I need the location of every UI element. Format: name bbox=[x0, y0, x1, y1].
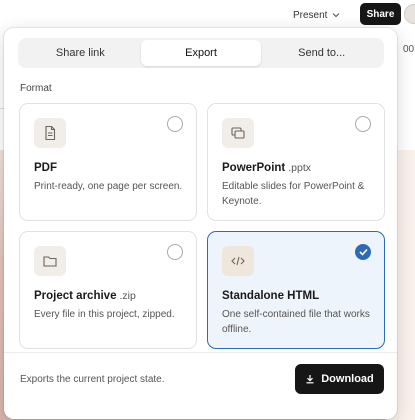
format-label: Format bbox=[20, 83, 52, 94]
export-note: Exports the current project state. bbox=[20, 374, 165, 385]
option-extension: .zip bbox=[119, 290, 136, 302]
avatar[interactable] bbox=[404, 4, 415, 24]
tab-export[interactable]: Export bbox=[140, 40, 262, 66]
download-label: Download bbox=[321, 373, 374, 385]
download-button[interactable]: Download bbox=[295, 364, 384, 394]
format-option-pdf[interactable]: PDF Print-ready, one page per screen. bbox=[19, 103, 197, 221]
present-label: Present bbox=[293, 9, 328, 21]
option-title: PowerPoint .pptx bbox=[222, 162, 312, 174]
tab-share-link[interactable]: Share link bbox=[20, 40, 141, 66]
checkmark-icon bbox=[358, 248, 368, 256]
radio-button[interactable] bbox=[167, 244, 183, 260]
option-description: Every file in this project, zipped. bbox=[34, 309, 175, 320]
share-button[interactable]: Share bbox=[360, 3, 401, 25]
slides-icon bbox=[222, 118, 254, 148]
present-button[interactable]: Present bbox=[293, 6, 340, 24]
format-option-powerpoint[interactable]: PowerPoint .pptx Editable slides for Powe… bbox=[207, 103, 385, 221]
zoom-readout: 00 bbox=[403, 44, 415, 55]
folder-icon bbox=[34, 246, 66, 276]
option-description: Editable slides for PowerPoint & Keynote… bbox=[222, 181, 365, 207]
share-popover: Share link Export Send to... Format PDF … bbox=[4, 28, 397, 419]
footer-divider bbox=[4, 352, 397, 353]
option-title: Standalone HTML bbox=[222, 290, 320, 302]
format-option-html[interactable]: Standalone HTML One self-contained file … bbox=[207, 231, 385, 349]
top-bar: Present Share bbox=[0, 0, 415, 30]
option-description: One self-contained file that works offli… bbox=[222, 309, 370, 335]
radio-button-checked[interactable] bbox=[355, 244, 371, 260]
tab-send-to[interactable]: Send to... bbox=[261, 40, 382, 66]
radio-button[interactable] bbox=[355, 116, 371, 132]
code-icon bbox=[222, 246, 254, 276]
option-title: PDF bbox=[34, 162, 57, 174]
option-description: Print-ready, one page per screen. bbox=[34, 181, 183, 192]
tab-bar: Share link Export Send to... bbox=[18, 38, 384, 68]
download-icon bbox=[305, 374, 315, 384]
option-title: Project archive .zip bbox=[34, 290, 136, 302]
document-icon bbox=[34, 118, 66, 148]
option-extension: .pptx bbox=[288, 162, 312, 174]
chevron-down-icon bbox=[332, 12, 340, 18]
format-option-archive[interactable]: Project archive .zip Every file in this p… bbox=[19, 231, 197, 349]
radio-button[interactable] bbox=[167, 116, 183, 132]
